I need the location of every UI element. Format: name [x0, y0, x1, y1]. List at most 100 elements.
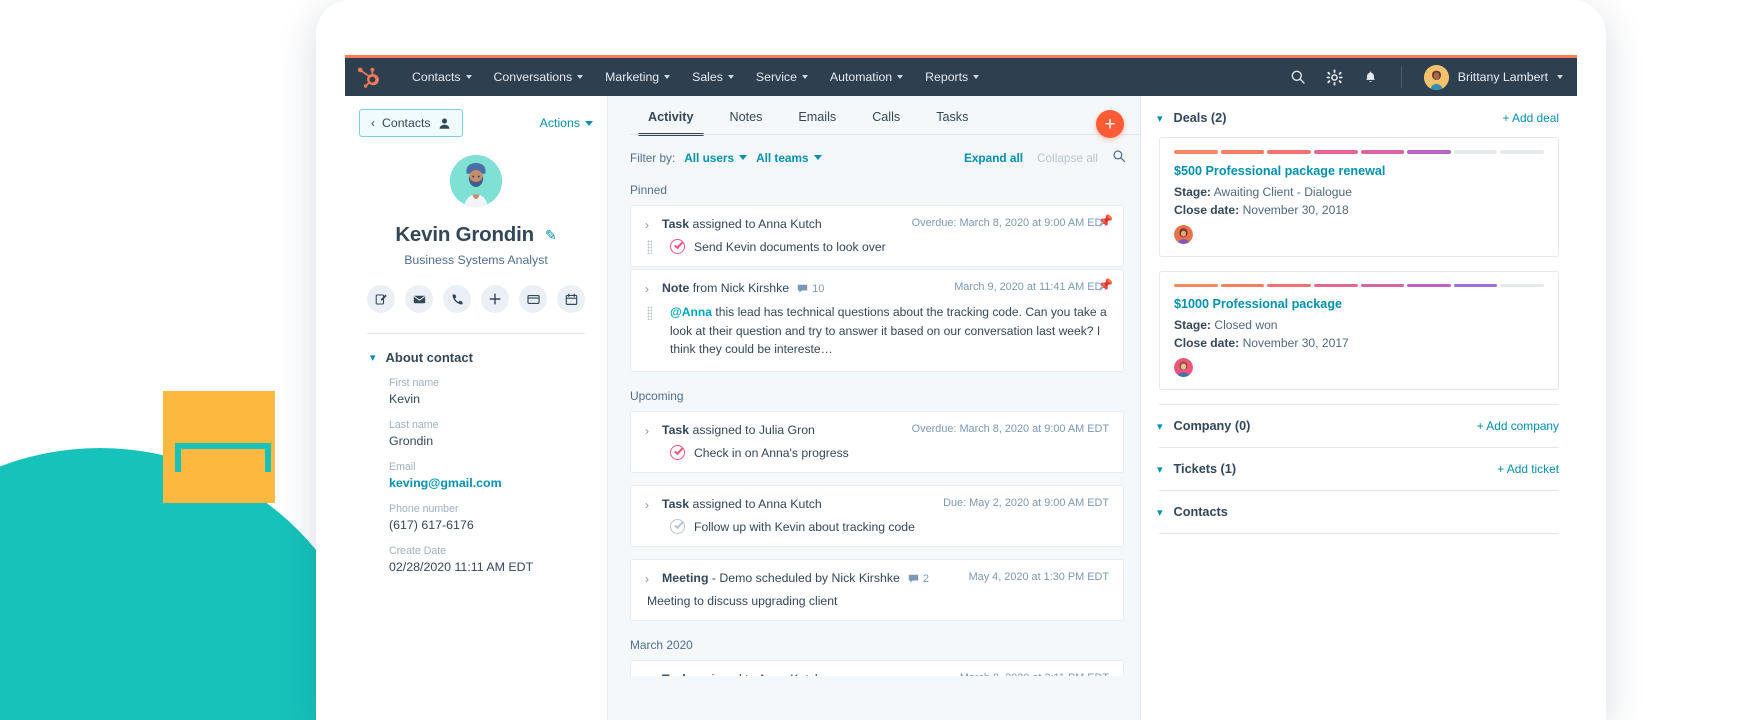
drag-handle-icon[interactable] — [647, 240, 652, 254]
deal-name[interactable]: $1000 Professional package — [1174, 297, 1544, 311]
chevron-down-icon — [465, 75, 472, 79]
filter-right-actions: Expand all Collapse all — [964, 149, 1126, 166]
field-value[interactable]: 02/28/2020 11:11 AM EDT — [389, 560, 607, 574]
tab-calls[interactable]: Calls — [854, 96, 918, 135]
about-contact-section-header[interactable]: ▾ About contact — [345, 334, 607, 365]
browser-device-frame: Contacts Conversations Marketing Sales S… — [316, 0, 1606, 720]
task-status-open-icon[interactable] — [670, 239, 685, 254]
field-value[interactable]: Grondin — [389, 434, 607, 448]
card-timestamp: Overdue: March 8, 2020 at 9:00 AM EDT — [911, 217, 1109, 229]
card-author: from Nick Kirshke — [689, 281, 790, 295]
drag-handle-icon[interactable] — [647, 306, 652, 320]
back-to-contacts-button[interactable]: ‹ Contacts — [359, 109, 463, 137]
field-first-name: First name Kevin — [389, 377, 607, 406]
stage-segment — [1267, 283, 1311, 287]
contact-avatar — [450, 155, 502, 207]
pin-icon[interactable]: 📌 — [1098, 278, 1113, 292]
chevron-down-icon[interactable]: ▾ — [1157, 112, 1163, 125]
meeting-description: Meeting to discuss upgrading client — [647, 594, 838, 609]
filter-all-teams-dropdown[interactable]: All teams — [756, 151, 822, 165]
tab-activity[interactable]: Activity — [630, 96, 712, 136]
app-body: ‹ Contacts Actions Kevin Grondin ✎ Busin… — [345, 96, 1577, 720]
deal-stage-value: Closed won — [1214, 318, 1278, 332]
chevron-right-icon[interactable]: › — [645, 282, 649, 296]
search-icon[interactable] — [1290, 69, 1307, 86]
nav-item-marketing[interactable]: Marketing — [594, 66, 681, 88]
nav-item-service[interactable]: Service — [745, 66, 819, 88]
nav-item-automation[interactable]: Automation — [819, 66, 914, 88]
mention-token[interactable]: @Anna — [670, 305, 712, 319]
activity-card-note-pinned[interactable]: 📌 › Note from Nick Kirshke 10 March 9, 20… — [630, 269, 1124, 373]
nav-item-label: Automation — [829, 70, 893, 84]
bell-icon[interactable] — [1362, 69, 1379, 86]
add-deal-button[interactable]: + Add deal — [1502, 111, 1559, 125]
nav-item-sales[interactable]: Sales — [681, 66, 745, 88]
chevron-down-icon — [897, 75, 904, 79]
page-title: Kevin Grondin — [395, 223, 534, 246]
chevron-right-icon[interactable]: › — [645, 498, 649, 512]
search-icon[interactable] — [1112, 149, 1126, 166]
actions-dropdown[interactable]: Actions — [540, 116, 593, 130]
about-contact-title: About contact — [385, 350, 473, 365]
user-menu[interactable]: Brittany Lambert — [1423, 64, 1563, 90]
chevron-right-icon[interactable]: › — [645, 218, 649, 232]
deals-section-title: Deals (2) — [1173, 111, 1227, 125]
plus-icon[interactable] — [481, 285, 509, 313]
field-value[interactable]: (617) 617-6176 — [389, 518, 607, 532]
stage-segment — [1360, 150, 1405, 154]
activity-card-task-pinned[interactable]: 📌 › Task assigned to Anna Kutch Overdue:… — [630, 205, 1124, 267]
card-kind: Task — [662, 497, 690, 512]
chevron-down-icon — [664, 75, 671, 79]
nav-item-contacts[interactable]: Contacts — [401, 66, 483, 88]
note-edit-icon[interactable] — [367, 285, 395, 313]
card-title: Task assigned to Julia Gron — [662, 423, 815, 437]
deal-owner-avatar — [1174, 358, 1193, 377]
hubspot-sprocket-icon[interactable] — [357, 65, 381, 89]
meeting-icon[interactable] — [519, 285, 547, 313]
chevron-right-icon[interactable]: › — [645, 424, 649, 438]
activity-card-task-march[interactable]: › Task assigned to Anna Kutch March 9, 2… — [630, 660, 1124, 676]
activity-card-meeting[interactable]: › Meeting - Demo scheduled by Nick Kirsh… — [630, 559, 1124, 622]
phone-icon[interactable] — [443, 285, 471, 313]
field-value[interactable]: Kevin — [389, 392, 607, 406]
task-status-open-icon[interactable] — [670, 445, 685, 461]
pin-icon[interactable]: 📌 — [1098, 214, 1113, 228]
tab-emails[interactable]: Emails — [780, 96, 854, 135]
chevron-right-icon[interactable]: › — [645, 572, 649, 586]
card-header: › Task assigned to Anna Kutch Due: May 2… — [645, 497, 1109, 512]
filter-all-users-dropdown[interactable]: All users — [684, 151, 748, 165]
add-company-button[interactable]: + Add company — [1477, 419, 1559, 433]
pencil-icon[interactable]: ✎ — [545, 227, 557, 244]
field-label: Create Date — [389, 545, 447, 557]
chevron-down-icon[interactable]: ▾ — [1157, 463, 1163, 476]
calendar-icon[interactable] — [557, 285, 585, 313]
card-timestamp: Overdue: March 8, 2020 at 9:00 AM EDT — [911, 423, 1109, 436]
activity-card-task-anna[interactable]: › Task assigned to Anna Kutch Due: May 2… — [630, 485, 1124, 548]
gear-icon[interactable] — [1326, 69, 1343, 86]
expand-all-link[interactable]: Expand all — [964, 151, 1023, 165]
nav-item-reports[interactable]: Reports — [914, 66, 990, 88]
task-status-done-icon[interactable] — [670, 519, 685, 535]
card-body: Check in on Anna's progress — [645, 445, 1109, 461]
collapse-all-link[interactable]: Collapse all — [1037, 151, 1098, 165]
task-subject: Send Kevin documents to look over — [694, 239, 886, 254]
tab-notes[interactable]: Notes — [712, 96, 781, 135]
add-ticket-button[interactable]: + Add ticket — [1497, 462, 1559, 476]
tabs-underline — [630, 134, 1140, 135]
field-value[interactable]: keving@gmail.com — [389, 476, 607, 490]
add-activity-button[interactable]: + — [1096, 110, 1124, 138]
chevron-down-icon[interactable]: ▾ — [1157, 506, 1163, 519]
screenshot-stage: Contacts Conversations Marketing Sales S… — [0, 0, 1764, 720]
stage-segment — [1407, 283, 1451, 287]
card-body: Send Kevin documents to look over — [645, 239, 1109, 254]
email-icon[interactable] — [405, 285, 433, 313]
task-subject: Follow up with Kevin about tracking code — [694, 519, 915, 534]
nav-item-conversations[interactable]: Conversations — [483, 66, 595, 88]
deal-card[interactable]: $1000 Professional package Stage: Closed… — [1159, 270, 1559, 390]
chevron-down-icon[interactable]: ▾ — [1157, 420, 1163, 433]
deal-name[interactable]: $500 Professional package renewal — [1174, 164, 1544, 178]
chevron-right-icon[interactable]: › — [645, 673, 649, 676]
deal-card[interactable]: $500 Professional package renewal Stage:… — [1159, 137, 1559, 257]
tab-tasks[interactable]: Tasks — [918, 96, 986, 135]
activity-card-task-julia[interactable]: › Task assigned to Julia Gron Overdue: M… — [630, 411, 1124, 474]
